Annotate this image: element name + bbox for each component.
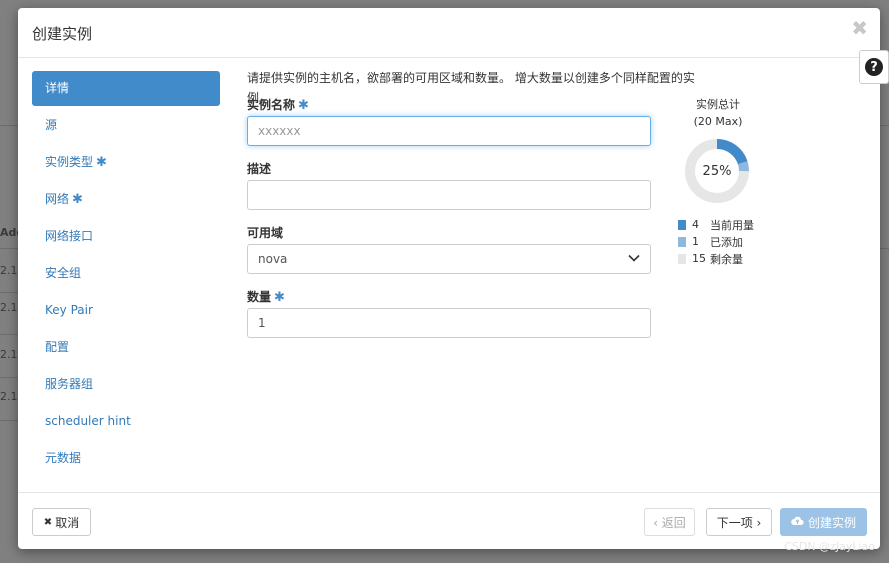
sidebar-item-label: 详情 — [45, 81, 70, 95]
legend-row: 4 当前用量 — [678, 216, 798, 233]
description-input[interactable] — [247, 180, 651, 210]
sidebar-item[interactable]: 详情 — [32, 71, 220, 106]
required-icon: ✱ — [274, 290, 285, 305]
sidebar-item[interactable]: 服务器组 — [32, 366, 220, 403]
create-instance-button-label: 创建实例 — [807, 515, 856, 530]
sidebar-item[interactable]: 网络接口 — [32, 218, 220, 255]
instance-name-input[interactable]: xxxxxx — [247, 116, 651, 146]
availability-zone-value: nova — [258, 252, 288, 266]
background-divider — [880, 248, 889, 249]
legend-label: 已添加 — [710, 235, 743, 249]
sidebar-item[interactable]: 元数据 — [32, 440, 220, 477]
sidebar-item[interactable]: 实例类型 ✱ — [32, 144, 220, 181]
availability-zone-select[interactable]: nova — [247, 244, 651, 274]
required-icon: ✱ — [72, 192, 83, 207]
sidebar-item-label: 网络 — [45, 192, 70, 206]
description-label: 描述 — [247, 162, 272, 176]
watermark: CSDN @zJayLiao — [784, 540, 875, 553]
background-divider — [0, 292, 18, 293]
legend-swatch — [678, 236, 686, 247]
back-button-label: ‹ 返回 — [653, 515, 686, 530]
availability-zone-label: 可用域 — [247, 226, 284, 240]
sidebar-item-label: 元数据 — [45, 451, 82, 465]
background-divider — [0, 377, 18, 378]
required-icon: ✱ — [96, 155, 107, 170]
quota-donut-chart: 25% — [684, 138, 750, 204]
sidebar-item-label: 安全组 — [45, 266, 82, 280]
background-divider — [0, 420, 18, 421]
legend-row: 1 已添加 — [678, 233, 798, 250]
quota-title: 实例总计 (20 Max) — [668, 96, 768, 130]
create-instance-modal: 创建实例 ✖ ? 详情源实例类型 ✱ 网络 ✱ 网络接口 安全组 Key Pair 配置 服务器… — [18, 8, 889, 549]
sidebar-item[interactable]: scheduler hint — [32, 403, 220, 440]
instance-quota-panel: 实例总计 (20 Max) 25% 4 当前用量 1 已添加 15 剩余量 — [668, 96, 798, 267]
instance-name-label: 实例名称 ✱ — [247, 94, 657, 116]
count-label-text: 数量 — [247, 290, 272, 304]
modal-title: 创建实例 — [32, 25, 93, 43]
sidebar-item[interactable]: 网络 ✱ — [32, 181, 220, 218]
back-button[interactable]: ‹ 返回 — [644, 508, 695, 536]
cloud-upload-icon — [791, 515, 804, 529]
legend-count: 1 — [692, 235, 699, 248]
next-button[interactable]: 下一项 › — [706, 508, 772, 536]
sidebar-item[interactable]: 源 — [32, 107, 220, 144]
wizard-nav: 详情源实例类型 ✱ 网络 ✱ 网络接口 安全组 Key Pair 配置 服务器组 schedule… — [32, 71, 220, 477]
background-divider — [0, 248, 18, 249]
background-divider — [0, 334, 18, 335]
quota-title-line2: (20 Max) — [693, 115, 743, 128]
sidebar-item-label: 源 — [45, 118, 58, 132]
legend-count: 4 — [692, 218, 699, 231]
legend-swatch — [678, 219, 686, 230]
chevron-down-icon — [628, 245, 640, 273]
form-intro: 请提供实例的主机名，欲部署的可用区域和数量。 增大数量以创建多个同样配置的实例。 — [247, 71, 695, 105]
quota-legend: 4 当前用量 1 已添加 15 剩余量 — [678, 216, 798, 267]
sidebar-item-label: 服务器组 — [45, 377, 94, 391]
sidebar-item-label: 网络接口 — [45, 229, 94, 243]
next-button-label: 下一项 › — [716, 515, 762, 530]
count-input[interactable]: 1 — [247, 308, 651, 338]
background-divider — [0, 125, 18, 126]
instance-name-placeholder: xxxxxx — [258, 124, 301, 138]
help-button[interactable]: ? — [859, 50, 889, 84]
count-label: 数量 ✱ — [247, 286, 657, 308]
sidebar-item-label: 配置 — [45, 340, 70, 354]
sidebar-item-label: Key Pair — [45, 303, 93, 317]
legend-count: 15 — [692, 252, 706, 265]
sidebar-item[interactable]: 配置 — [32, 329, 220, 366]
legend-label: 当前用量 — [710, 218, 754, 232]
close-icon[interactable]: ✖ — [851, 18, 868, 38]
cancel-button[interactable]: ✖ 取消 — [32, 508, 91, 536]
details-form: 请提供实例的主机名，欲部署的可用区域和数量。 增大数量以创建多个同样配置的实例。… — [247, 68, 695, 350]
legend-label: 剩余量 — [710, 252, 743, 266]
sidebar-item[interactable]: Key Pair — [32, 292, 220, 329]
quota-percent-label: 25% — [702, 163, 732, 179]
close-icon: ✖ — [43, 516, 53, 528]
help-icon: ? — [865, 58, 883, 76]
modal-header: 创建实例 ✖ — [18, 8, 880, 58]
create-instance-button[interactable]: 创建实例 — [780, 508, 867, 536]
sidebar-item-label: 实例类型 — [45, 155, 94, 169]
cancel-button-label: 取消 — [55, 515, 80, 530]
legend-swatch — [678, 253, 686, 264]
legend-row: 15 剩余量 — [678, 250, 798, 267]
sidebar-item[interactable]: 安全组 — [32, 255, 220, 292]
background-divider — [880, 125, 889, 126]
instance-name-label-text: 实例名称 — [247, 98, 296, 112]
required-icon: ✱ — [298, 98, 309, 113]
sidebar-item-label: scheduler hint — [45, 414, 131, 428]
quota-title-line1: 实例总计 — [696, 98, 740, 111]
modal-footer: ✖ 取消 ‹ 返回 下一项 › 创建实例 — [18, 492, 880, 549]
